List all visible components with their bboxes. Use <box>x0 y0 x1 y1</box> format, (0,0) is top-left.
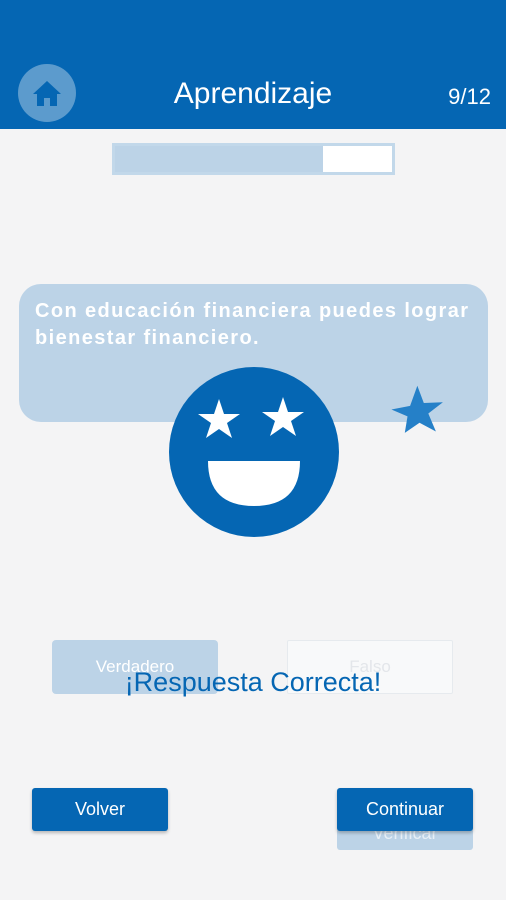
page-title: Aprendizaje <box>173 77 333 110</box>
progress-bar <box>112 143 395 175</box>
back-button[interactable]: Volver <box>32 788 168 831</box>
progress-remaining <box>322 146 392 172</box>
question-text: Con educación financiera puedes lograr b… <box>35 300 470 349</box>
star-eyes-smiley-icon <box>169 367 339 537</box>
feedback-message: ¡Respuesta Correcta! <box>124 667 382 697</box>
continue-button[interactable]: Continuar <box>337 788 473 831</box>
header-bar: Aprendizaje 9/12 <box>0 0 506 129</box>
progress-fill <box>115 146 323 172</box>
question-counter: 9/12 <box>448 84 491 109</box>
star-icon <box>391 385 443 433</box>
